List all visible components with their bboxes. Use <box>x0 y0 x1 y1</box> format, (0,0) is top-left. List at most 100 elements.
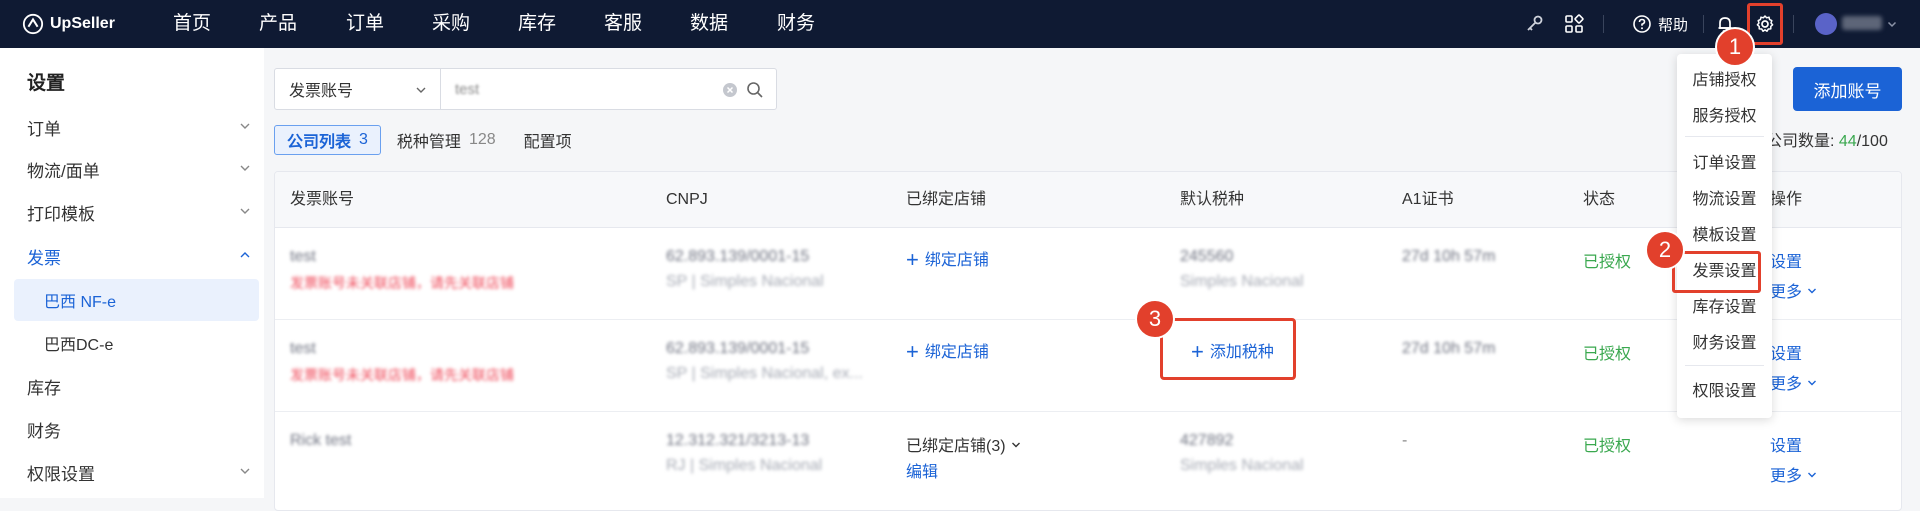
more-dropdown[interactable]: 更多 <box>1770 370 1818 394</box>
column-header: 已绑定店铺 <box>906 191 987 208</box>
clear-icon[interactable] <box>722 82 738 98</box>
bind-store-link[interactable]: + 绑定店铺 <box>906 246 989 271</box>
sidebar-item-finance[interactable]: 财务 <box>0 409 264 449</box>
sidebar-item-print-template[interactable]: 打印模板 <box>0 192 264 232</box>
menu-divider <box>1685 136 1764 137</box>
tab-config[interactable]: 配置项 <box>512 125 584 155</box>
sidebar-item-invoice[interactable]: 发票 <box>0 236 264 276</box>
menu-item-finance-settings[interactable]: 财务设置 <box>1677 324 1772 358</box>
search-input[interactable]: test <box>440 68 777 110</box>
company-count-label: 公司数量: <box>1766 133 1835 150</box>
sidebar-subitem-label: 巴西 NF-e <box>44 294 117 311</box>
invoice-account: test <box>290 248 316 265</box>
cnpj-value: 62.893.139/0001-15 <box>666 340 810 357</box>
sidebar-subitem-brazil-dce[interactable]: 巴西DC-e <box>14 322 259 364</box>
help-circle-icon <box>1633 15 1651 33</box>
sidebar-item-label: 订单 <box>27 119 61 139</box>
bound-stores-dropdown[interactable]: 已绑定店铺(3) <box>906 432 1022 456</box>
bind-store-link[interactable]: + 绑定店铺 <box>906 338 989 363</box>
tab-label: 配置项 <box>523 134 572 151</box>
table-header: 发票账号 CNPJ 已绑定店铺 默认税种 A1证书 状态 操作 <box>275 172 1901 228</box>
account-warning: 发票账号未关联店铺，请先关联店铺 <box>290 275 514 291</box>
tab-count: 3 <box>359 131 368 148</box>
nav-inventory[interactable]: 库存 <box>518 0 556 48</box>
sidebar-item-orders[interactable]: 订单 <box>0 107 264 147</box>
more-label: 更多 <box>1770 468 1803 485</box>
callout-highlight-invoice-settings <box>1672 251 1761 293</box>
sidebar-subitem-brazil-nfe[interactable]: 巴西 NF-e <box>14 279 259 321</box>
callout-badge-1: 1 <box>1715 27 1755 67</box>
user-name-obscured[interactable] <box>1842 16 1882 30</box>
search-icon[interactable] <box>746 81 764 99</box>
sidebar-item-inventory[interactable]: 库存 <box>0 366 264 406</box>
nav-products[interactable]: 产品 <box>259 0 297 48</box>
bind-store-label: 绑定店铺 <box>924 252 989 269</box>
chevron-down-icon <box>240 123 250 129</box>
divider <box>1603 15 1604 33</box>
nav-home[interactable]: 首页 <box>173 0 211 48</box>
menu-item-order-settings[interactable]: 订单设置 <box>1677 144 1772 178</box>
settings-dropdown-menu: 店铺授权 服务授权 订单设置 物流设置 模板设置 发票设置 库存设置 财务设置 … <box>1677 54 1772 418</box>
avatar-icon[interactable] <box>1815 13 1837 35</box>
search-input-value: test <box>455 80 480 98</box>
a1-certificate: - <box>1402 432 1408 449</box>
sidebar-item-label: 权限设置 <box>27 464 95 484</box>
sidebar-item-label: 财务 <box>27 421 61 441</box>
sidebar-title: 设置 <box>27 73 66 94</box>
divider <box>1793 15 1794 33</box>
menu-item-logistics-settings[interactable]: 物流设置 <box>1677 180 1772 214</box>
invoice-account: test <box>290 340 316 357</box>
company-count: 公司数量: 44/100 <box>1766 127 1888 151</box>
more-label: 更多 <box>1770 284 1803 301</box>
chevron-down-icon <box>1808 288 1817 294</box>
menu-item-inventory-settings[interactable]: 库存设置 <box>1677 288 1772 322</box>
status-badge: 已授权 <box>1583 346 1632 363</box>
menu-item-permission-settings[interactable]: 权限设置 <box>1677 372 1772 406</box>
account-warning: 发票账号未关联店铺，请先关联店铺 <box>290 367 514 383</box>
key-icon[interactable] <box>1522 12 1546 36</box>
tab-count: 128 <box>468 131 496 148</box>
more-dropdown[interactable]: 更多 <box>1770 462 1818 486</box>
search-field-select[interactable]: 发票账号 <box>274 68 441 110</box>
sidebar-item-label: 打印模板 <box>27 204 95 224</box>
nav-finance[interactable]: 财务 <box>777 0 815 48</box>
chevron-down-icon <box>1808 380 1817 386</box>
nav-customer-service[interactable]: 客服 <box>604 0 642 48</box>
upseller-logo[interactable]: UpSeller <box>22 11 115 37</box>
settings-link[interactable]: 设置 <box>1770 432 1802 456</box>
add-account-button[interactable]: 添加账号 <box>1793 67 1902 111</box>
sidebar-item-label: 发票 <box>27 248 61 268</box>
chevron-down-icon <box>240 208 250 214</box>
help-button[interactable]: 帮助 <box>1632 12 1688 36</box>
gear-icon <box>1756 15 1774 32</box>
chevron-down-icon[interactable] <box>1880 12 1904 36</box>
cnpj-value: 12.312.321/3213-13 <box>666 432 810 449</box>
menu-item-shop-auth[interactable]: 店铺授权 <box>1677 61 1772 95</box>
search-field-value: 发票账号 <box>289 83 354 100</box>
settings-link[interactable]: 设置 <box>1770 340 1802 364</box>
chevron-down-icon <box>1012 442 1021 448</box>
column-header: 状态 <box>1583 191 1616 208</box>
menu-item-service-auth[interactable]: 服务授权 <box>1677 97 1772 131</box>
nav-orders[interactable]: 订单 <box>346 0 384 48</box>
list-tabs: 公司列表 3 税种管理 128 配置项 <box>274 124 588 156</box>
chevron-down-icon <box>240 468 250 474</box>
settings-link[interactable]: 设置 <box>1770 248 1802 272</box>
menu-item-template-settings[interactable]: 模板设置 <box>1677 216 1772 250</box>
nav-data[interactable]: 数据 <box>690 0 728 48</box>
cnpj-detail: SP | Simples Nacional <box>666 273 824 290</box>
sidebar-item-label: 物流/面单 <box>27 161 100 181</box>
more-dropdown[interactable]: 更多 <box>1770 278 1818 302</box>
edit-stores-link[interactable]: 编辑 <box>906 458 938 482</box>
invoice-account: Rick test <box>290 432 352 449</box>
settings-sidebar: 设置 订单 物流/面单 打印模板 发票 巴西 NF-e 巴西DC-e 库存 财务… <box>0 48 264 498</box>
default-tax: 245560 <box>1180 248 1234 265</box>
sidebar-item-logistics[interactable]: 物流/面单 <box>0 149 264 189</box>
sidebar-item-permissions[interactable]: 权限设置 <box>0 452 264 492</box>
column-header: 默认税种 <box>1180 191 1245 208</box>
nav-purchase[interactable]: 采购 <box>432 0 470 48</box>
callout-highlight-add-tax <box>1160 318 1296 380</box>
tab-company-list[interactable]: 公司列表 3 <box>274 125 381 155</box>
apps-grid-icon[interactable] <box>1562 12 1586 36</box>
tab-tax-management[interactable]: 税种管理 128 <box>385 125 508 155</box>
